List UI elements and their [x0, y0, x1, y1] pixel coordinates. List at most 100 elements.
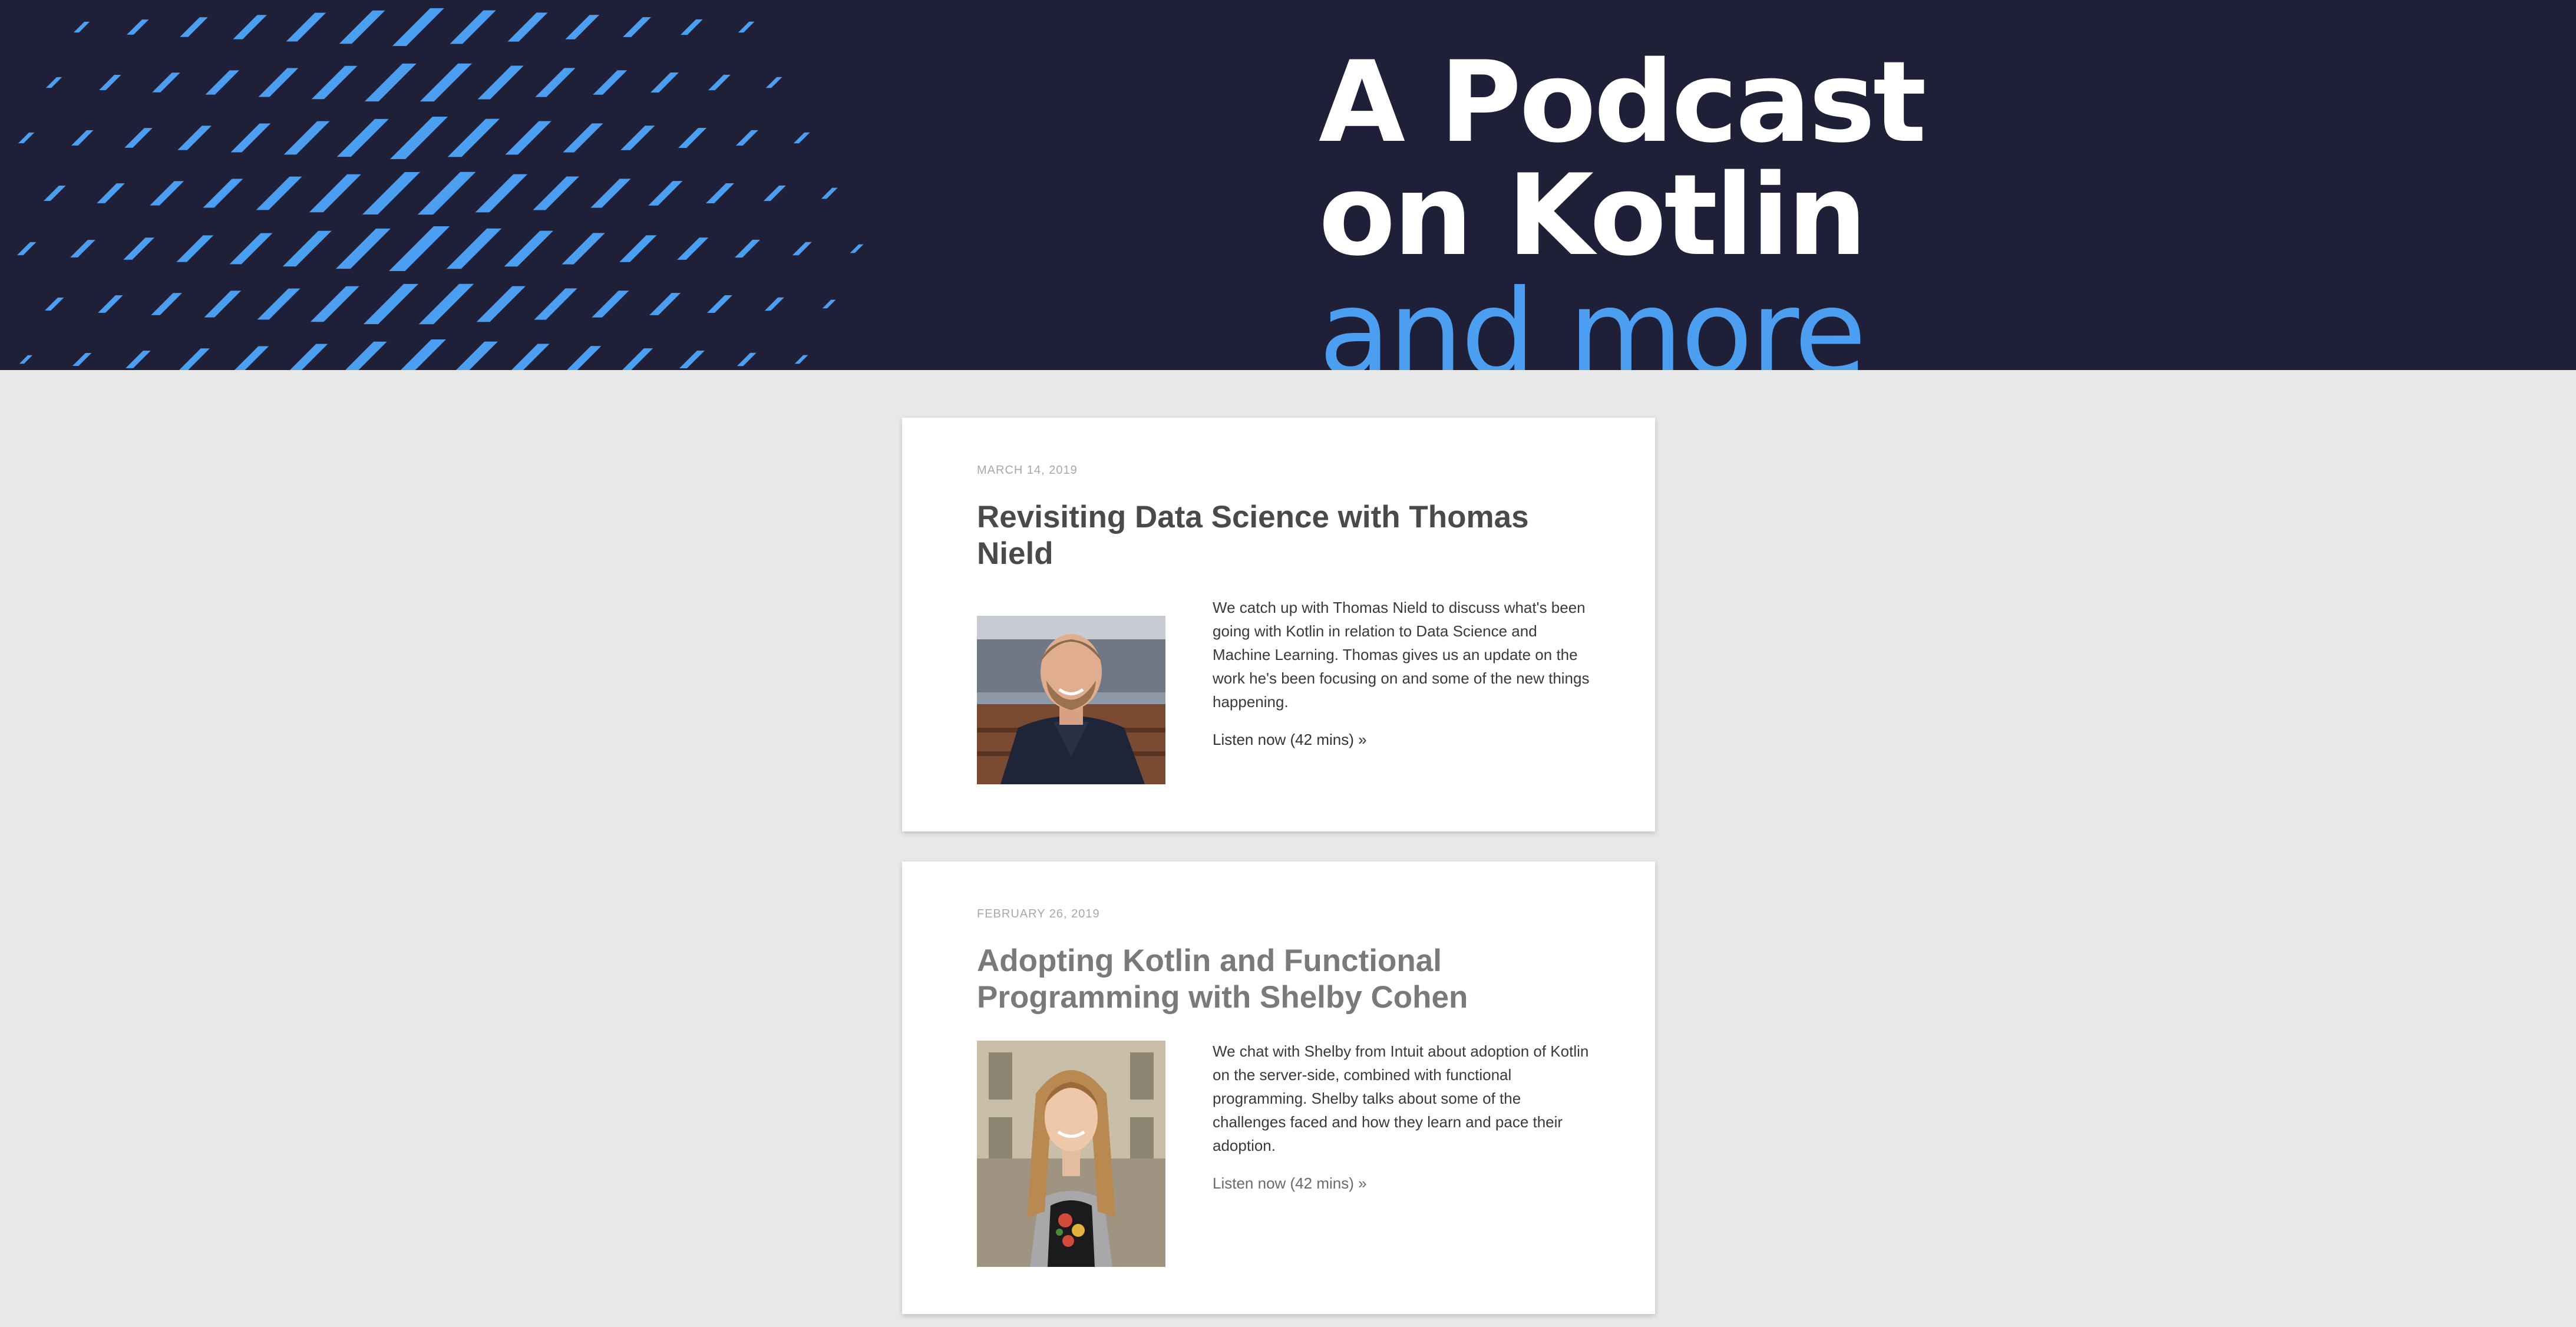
diagonal-stripe-pattern	[16, 8, 864, 370]
pattern-stripe	[504, 230, 554, 267]
episode-card: FEBRUARY 26, 2019 Adopting Kotlin and Fu…	[902, 861, 1655, 1314]
pattern-stripe	[567, 346, 602, 370]
pattern-stripe	[363, 283, 418, 325]
episode-card: MARCH 14, 2019 Revisiting Data Science w…	[902, 418, 1655, 831]
episode-title[interactable]: Revisiting Data Science with Thomas Niel…	[977, 499, 1572, 572]
pattern-stripe	[335, 228, 391, 269]
pattern-stripe	[230, 123, 271, 153]
pattern-stripe	[336, 118, 389, 157]
hero-title-line-1: A Podcast	[1319, 37, 1927, 167]
pattern-stripe	[283, 121, 330, 155]
pattern-stripe	[417, 171, 476, 215]
pattern-stripe	[177, 126, 212, 150]
pattern-stripe	[734, 239, 761, 258]
pattern-stripe	[257, 288, 300, 320]
pattern-stripe	[233, 15, 267, 39]
pattern-stripe	[737, 352, 757, 367]
pattern-stripe	[476, 286, 526, 322]
episode-date: FEBRUARY 26, 2019	[977, 907, 1100, 920]
pattern-stripe	[680, 19, 703, 35]
pattern-stripe	[649, 293, 681, 315]
pattern-stripe	[44, 297, 64, 311]
pattern-stripe	[677, 237, 709, 260]
pattern-stripe	[44, 186, 66, 201]
pattern-stripe	[450, 10, 496, 44]
pattern-stripe	[735, 130, 758, 146]
pattern-stripe	[535, 68, 576, 97]
pattern-stripe	[477, 65, 524, 100]
pattern-stripe	[534, 288, 577, 320]
pattern-stripe	[180, 17, 208, 37]
pattern-stripe	[362, 171, 421, 215]
pattern-stripe	[447, 118, 500, 157]
pattern-stripe	[205, 70, 240, 95]
pattern-stripe	[764, 297, 784, 311]
episode-title[interactable]: Adopting Kotlin and Functional Programmi…	[977, 943, 1572, 1016]
pattern-stripe	[389, 116, 448, 160]
pattern-stripe	[792, 242, 812, 256]
pattern-stripe	[765, 77, 782, 88]
pattern-stripe	[97, 183, 125, 203]
guest-photo[interactable]	[977, 1041, 1165, 1267]
pattern-stripe	[389, 226, 450, 271]
pattern-stripe	[256, 176, 302, 210]
pattern-stripe	[475, 174, 528, 213]
pattern-stripe	[420, 63, 473, 102]
episode-date: MARCH 14, 2019	[977, 464, 1078, 477]
pattern-stripe	[150, 181, 184, 206]
pattern-stripe	[565, 15, 600, 39]
pattern-stripe	[793, 132, 810, 144]
pattern-stripe	[282, 230, 332, 267]
pattern-stripe	[176, 235, 214, 262]
pattern-stripe	[505, 121, 551, 155]
episode-description: We chat with Shelby from Intuit about ad…	[1213, 1042, 1589, 1154]
episode-description: We catch up with Thomas Nield to discuss…	[1213, 599, 1590, 711]
pattern-stripe	[258, 68, 299, 97]
pattern-stripe	[622, 348, 653, 370]
pattern-stripe	[152, 72, 180, 93]
pattern-stripe	[593, 70, 628, 95]
person-photo-icon	[977, 616, 1165, 784]
guest-photo[interactable]	[977, 616, 1165, 784]
pattern-stripe	[72, 352, 92, 367]
pattern-stripe	[821, 187, 838, 199]
pattern-stripe	[127, 19, 149, 35]
pattern-stripe	[563, 123, 603, 153]
pattern-stripe	[123, 237, 155, 260]
pattern-stripe	[822, 299, 836, 309]
pattern-stripe	[678, 128, 707, 148]
pattern-stripe	[126, 351, 151, 368]
listen-now-link[interactable]: Listen now (42 mins) »	[1213, 1174, 1367, 1193]
pattern-stripe	[620, 126, 655, 150]
pattern-stripe	[794, 355, 808, 364]
pattern-stripe	[456, 341, 498, 370]
pattern-stripe	[850, 244, 864, 253]
pattern-stripe	[204, 291, 242, 318]
pattern-stripe	[19, 355, 33, 364]
pattern-stripe	[290, 344, 328, 370]
pattern-stripe	[446, 228, 502, 269]
pattern-stripe	[311, 65, 358, 100]
pattern-stripe	[592, 291, 629, 318]
person-photo-icon	[977, 1041, 1165, 1267]
pattern-stripe	[364, 63, 417, 102]
pattern-stripe	[309, 174, 361, 213]
pattern-stripe	[650, 72, 679, 93]
pattern-stripe	[401, 339, 446, 370]
pattern-stripe	[229, 233, 273, 265]
pattern-stripe	[124, 128, 153, 148]
pattern-stripe	[507, 12, 548, 42]
pattern-stripe	[648, 181, 683, 206]
pattern-stripe	[179, 348, 210, 370]
pattern-stripe	[679, 350, 705, 369]
pattern-stripe	[45, 77, 62, 88]
pattern-stripe	[73, 21, 90, 33]
listen-now-link[interactable]: Listen now (42 mins) »	[1213, 731, 1367, 749]
pattern-stripe	[511, 344, 550, 370]
pattern-stripe	[763, 185, 786, 202]
pattern-stripe	[706, 183, 735, 203]
hero-banner: A Podcast on Kotlin and more	[0, 0, 2576, 370]
pattern-stripe	[71, 130, 94, 146]
hero-accent-text: and more	[1319, 265, 1867, 371]
pattern-stripe	[70, 240, 95, 258]
